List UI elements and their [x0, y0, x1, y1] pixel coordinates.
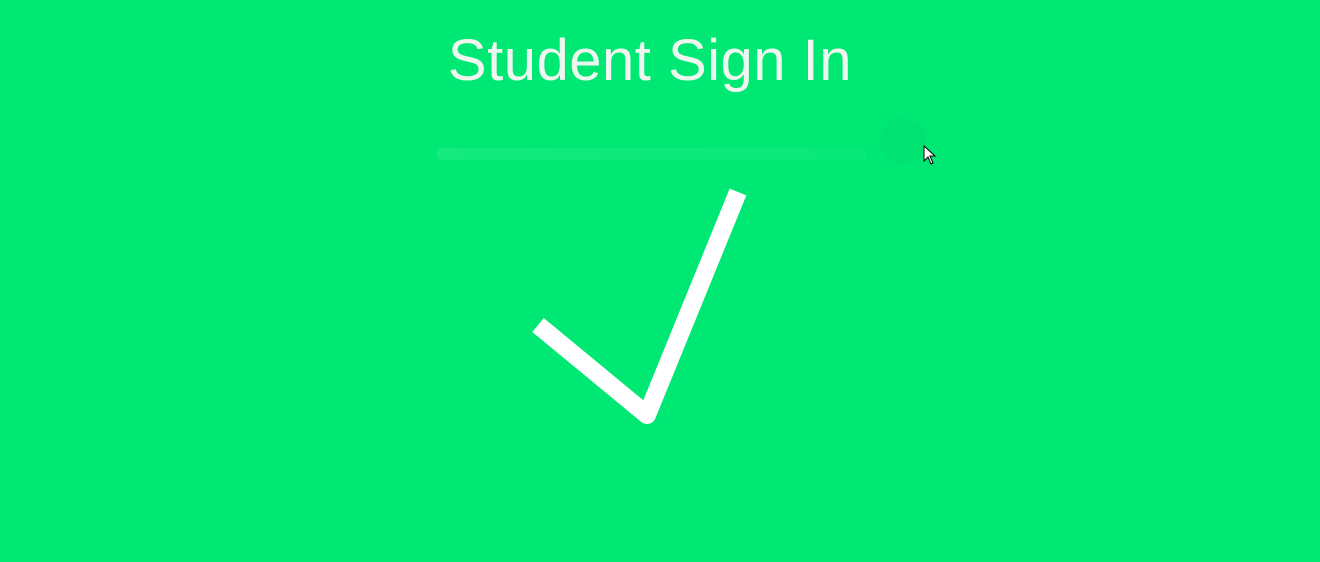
- hidden-input-underline: [436, 148, 866, 160]
- mouse-pointer-icon: [923, 145, 937, 165]
- faint-avatar-placeholder: [880, 118, 926, 164]
- page-title: Student Sign In: [447, 28, 853, 93]
- checkmark-icon: [532, 188, 747, 424]
